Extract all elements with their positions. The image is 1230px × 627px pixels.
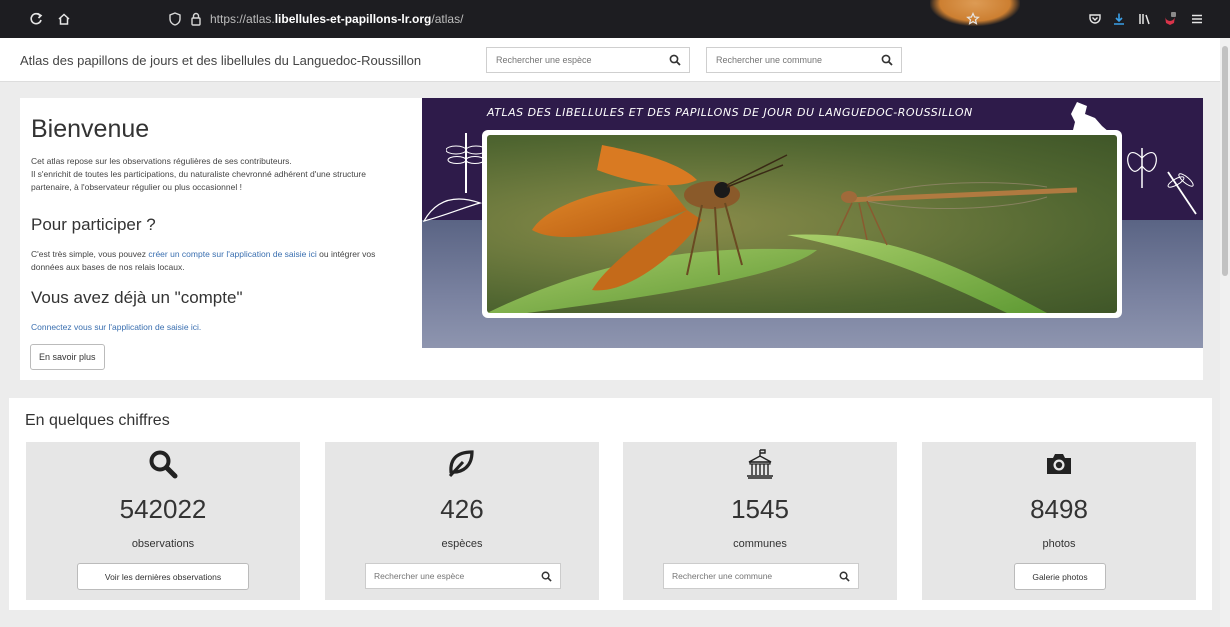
stat-label: photos (1042, 538, 1076, 550)
address-bar[interactable]: https://atlas.libellules-et-papillons-lr… (168, 7, 958, 31)
dragonfly-right-icon (1167, 171, 1197, 215)
url-text: https://atlas.libellules-et-papillons-lr… (210, 12, 464, 26)
download-icon[interactable] (1112, 9, 1126, 29)
stat-value: 426 (440, 494, 484, 524)
search-icon[interactable] (881, 54, 893, 66)
stat-label: espèces (441, 538, 483, 550)
camera-icon (1047, 454, 1071, 474)
participate-text: C'est très simple, vous pouvez créer un … (31, 248, 401, 274)
login-link[interactable]: Connectez vous sur l'application de sais… (31, 322, 201, 332)
stat-card-photos: 8498 photos Galerie photos (922, 442, 1196, 600)
commune-search[interactable] (706, 47, 902, 73)
stat-card-communes: 1545 communes (623, 442, 897, 600)
species-search[interactable] (486, 47, 690, 73)
create-account-link[interactable]: créer un compte sur l'application de sai… (148, 249, 316, 259)
photo-scene (487, 145, 1078, 313)
home-icon[interactable] (54, 9, 74, 29)
banner: ATLAS DES LIBELLULES ET DES PAPILLONS DE… (422, 98, 1203, 348)
species-search-input[interactable] (487, 49, 613, 71)
welcome-title: Bienvenue (31, 115, 150, 143)
extension-icon[interactable] (1162, 9, 1178, 29)
banner-photo (487, 135, 1117, 313)
participate-title: Pour participer ? (31, 215, 156, 234)
commune-search-input[interactable] (707, 49, 833, 71)
participate-text-a: C'est très simple, vous pouvez (31, 249, 149, 259)
dragonfly-left-icon (446, 133, 486, 193)
butterfly-sketch-icon (1127, 148, 1157, 188)
stat-card-species: 426 espèces (325, 442, 599, 600)
commune-card-search-input[interactable] (664, 564, 824, 588)
bookmark-star-icon[interactable] (966, 9, 980, 29)
stats-title: En quelques chiffres (25, 412, 170, 429)
search-icon[interactable] (541, 571, 552, 582)
tracking-shield-icon[interactable] (168, 12, 182, 26)
menu-icon[interactable] (1190, 9, 1204, 29)
site-header: Atlas des papillons de jours et des libe… (0, 38, 1220, 82)
stat-label: observations (131, 538, 195, 550)
species-card-search-input[interactable] (366, 564, 526, 588)
intro-line-1: Cet atlas repose sur les observations ré… (31, 156, 292, 166)
welcome-intro: Cet atlas repose sur les observations ré… (31, 155, 401, 194)
species-card-search[interactable] (365, 563, 561, 589)
lock-icon[interactable] (190, 12, 202, 26)
welcome-section: Bienvenue Cet atlas repose sur les obser… (20, 98, 1203, 380)
leaf-icon (448, 450, 474, 478)
stats-section: En quelques chiffres 542022 observations… (9, 398, 1212, 610)
intro-line-2: Il s'enrichit de toutes les participatio… (31, 169, 366, 192)
stat-card-observations: 542022 observations Voir les dernières o… (26, 442, 300, 600)
stat-label: communes (733, 538, 787, 550)
browser-toolbar: https://atlas.libellules-et-papillons-lr… (0, 0, 1230, 38)
learn-more-button[interactable]: En savoir plus (30, 344, 105, 370)
site-title[interactable]: Atlas des papillons de jours et des libe… (20, 53, 421, 68)
search-icon (149, 450, 178, 479)
search-icon[interactable] (839, 571, 850, 582)
leaf-sketch-left (422, 198, 482, 222)
pocket-icon[interactable] (1088, 9, 1102, 29)
scrollbar-thumb[interactable] (1222, 46, 1228, 276)
photo-gallery-button[interactable]: Galerie photos (1014, 563, 1106, 590)
stat-value: 8498 (1030, 494, 1088, 524)
banner-title: ATLAS DES LIBELLULES ET DES PAPILLONS DE… (487, 106, 973, 119)
stat-value: 1545 (731, 494, 789, 524)
reload-icon[interactable] (26, 9, 46, 29)
account-title: Vous avez déjà un "compte" (31, 288, 243, 307)
latest-observations-button[interactable]: Voir les dernières observations (77, 563, 249, 590)
banner-photo-frame (482, 130, 1122, 318)
page-scrollbar[interactable] (1220, 38, 1230, 627)
commune-card-search[interactable] (663, 563, 859, 589)
town-hall-icon (747, 449, 773, 479)
account-text: Connectez vous sur l'application de sais… (31, 321, 401, 334)
search-icon[interactable] (669, 54, 681, 66)
library-icon[interactable] (1138, 9, 1152, 29)
stat-value: 542022 (119, 494, 207, 524)
